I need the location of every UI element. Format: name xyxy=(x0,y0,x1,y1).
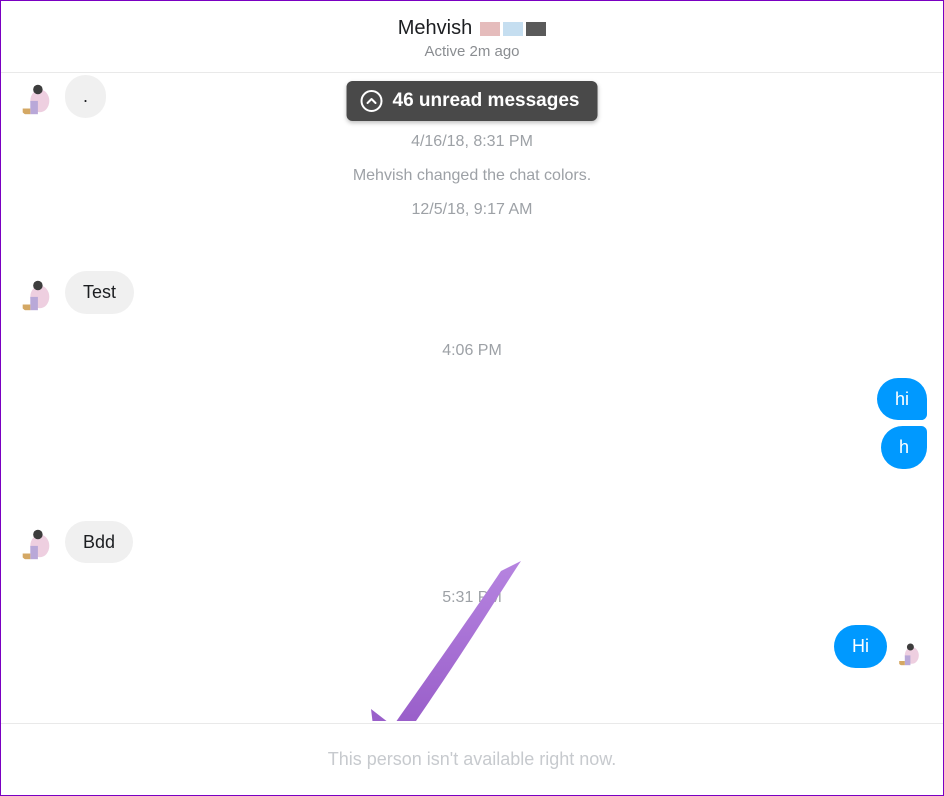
contact-name[interactable]: Mehvish xyxy=(398,17,472,40)
unread-banner[interactable]: 46 unread messages xyxy=(347,81,598,121)
contact-badges xyxy=(480,22,546,36)
unread-label: 46 unread messages xyxy=(393,90,580,112)
composer-unavailable: This person isn't available right now. xyxy=(1,723,943,795)
message-bubble-incoming[interactable]: . xyxy=(65,75,106,118)
message-row: Bdd xyxy=(17,521,927,564)
message-row: Hi xyxy=(17,625,927,668)
chat-header: Mehvish Active 2m ago xyxy=(1,5,943,73)
timestamp: 5:31 PM xyxy=(17,589,927,607)
chevron-up-icon xyxy=(361,90,383,112)
badge-icon xyxy=(480,22,500,36)
system-message: Mehvish changed the chat colors. xyxy=(17,167,927,185)
message-row: hi h xyxy=(17,378,927,469)
message-bubble-outgoing[interactable]: h xyxy=(881,426,927,469)
badge-icon xyxy=(503,22,523,36)
timestamp: 4:06 PM xyxy=(17,342,927,360)
message-thread[interactable]: . 46 unread messages 4/16/18, 8:31 PM Me… xyxy=(1,73,943,721)
badge-icon xyxy=(526,22,546,36)
message-bubble-incoming[interactable]: Bdd xyxy=(65,521,133,564)
avatar[interactable] xyxy=(17,276,55,314)
message-bubble-outgoing[interactable]: hi xyxy=(877,378,927,421)
message-row: . xyxy=(17,75,116,118)
timestamp: 4/16/18, 8:31 PM xyxy=(17,133,927,151)
avatar[interactable] xyxy=(895,640,923,668)
message-bubble-outgoing[interactable]: Hi xyxy=(834,625,887,668)
message-row: Test xyxy=(17,271,927,314)
unavailable-text: This person isn't available right now. xyxy=(328,749,617,770)
avatar[interactable] xyxy=(17,525,55,563)
message-bubble-incoming[interactable]: Test xyxy=(65,271,134,314)
avatar[interactable] xyxy=(17,80,55,118)
contact-status: Active 2m ago xyxy=(21,43,923,60)
timestamp: 12/5/18, 9:17 AM xyxy=(17,201,927,219)
